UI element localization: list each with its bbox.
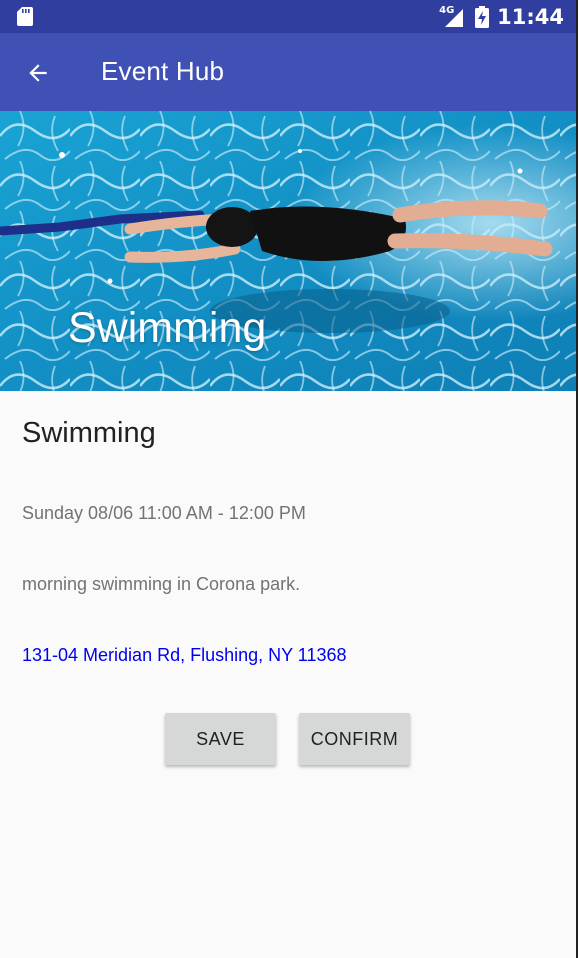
hero-image: Swimming [0, 111, 578, 391]
back-button[interactable] [18, 53, 58, 93]
event-title: Swimming [22, 417, 156, 449]
save-button[interactable]: SAVE [165, 713, 276, 765]
signal-icon: 4G [439, 5, 465, 28]
event-address-link[interactable]: 131-04 Meridian Rd, Flushing, NY 11368 [22, 645, 347, 666]
event-datetime: Sunday 08/06 11:00 AM - 12:00 PM [22, 503, 306, 523]
battery-charging-icon [475, 5, 490, 28]
event-description: morning swimming in Corona park. [22, 574, 301, 594]
confirm-button[interactable]: CONFIRM [299, 713, 410, 765]
sd-card-icon [17, 7, 33, 26]
app-bar: Event Hub [0, 33, 578, 111]
status-icons: 4G 11:44 [439, 0, 564, 33]
status-bar: 4G 11:44 [0, 0, 578, 33]
clock: 11:44 [497, 4, 564, 29]
arrow-back-icon [29, 64, 47, 82]
app-title: Event Hub [101, 56, 225, 86]
hero-title: Swimming [68, 304, 267, 352]
